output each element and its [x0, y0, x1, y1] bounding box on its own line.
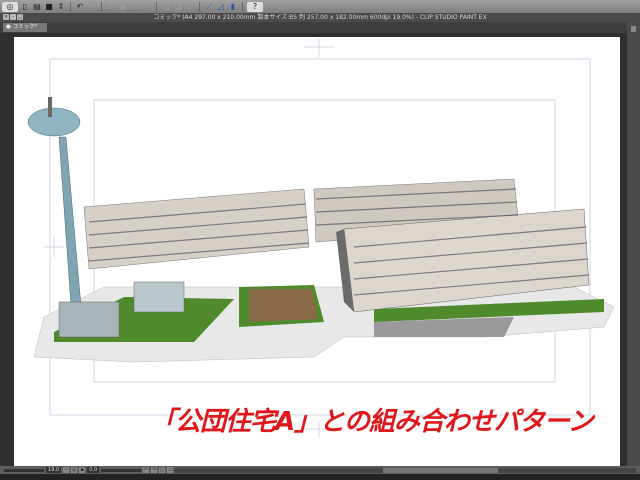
- status-bar: 19.0 − ◎ ▪ 0.0 ↶ ↷ ○ ▫: [0, 466, 640, 474]
- tab-label: コミック*: [12, 24, 38, 30]
- save-dropdown-icon[interactable]: ⇕: [56, 2, 66, 12]
- scroll-thumb[interactable]: [631, 26, 636, 32]
- canvas-area[interactable]: 「公団住宅A」との組み合わせパターン: [0, 33, 627, 466]
- snap-grid-icon[interactable]: ◿: [216, 2, 226, 12]
- transform-icon[interactable]: ✣: [106, 2, 116, 12]
- zoom-slider[interactable]: [4, 468, 44, 472]
- canvas-page[interactable]: 「公団住宅A」との組み合わせパターン: [14, 37, 620, 466]
- snap-ruler-icon[interactable]: ⟋: [204, 2, 214, 12]
- divider: [242, 1, 243, 12]
- divider: [199, 1, 200, 12]
- fill-icon[interactable]: ◪: [173, 2, 183, 12]
- command-bar: ◎ ▯ ▤ ■ ⇕ ↶ ↷ ✣ ▣ ◇ ⌗ ▨ ◪ ▫ ⟋ ◿ ▮ ?: [0, 0, 640, 13]
- open-icon[interactable]: ▤: [32, 2, 42, 12]
- flip-icon[interactable]: ▫: [167, 467, 174, 473]
- minimize-icon[interactable]: –: [10, 14, 16, 20]
- rotate-icon[interactable]: ▪: [79, 467, 86, 473]
- window-title: コミック* (A4 297.00 x 210.00mm 製本サイズ:B5 判 2…: [153, 14, 487, 21]
- new-icon[interactable]: ▯: [20, 2, 30, 12]
- clip-studio-logo-icon[interactable]: ◎: [2, 1, 18, 12]
- snap-guide-icon[interactable]: ▮: [228, 2, 238, 12]
- tab-bar: ● コミック*: [0, 22, 640, 33]
- maximize-icon[interactable]: □: [17, 14, 23, 20]
- select-all-icon[interactable]: ▣: [118, 2, 128, 12]
- deselect-icon[interactable]: ◇: [130, 2, 140, 12]
- housing-complex: [27, 97, 615, 363]
- rotation-slider[interactable]: [101, 468, 142, 472]
- caption-text: 「公団住宅A」との組み合わせパターン: [150, 407, 594, 437]
- divider: [101, 1, 102, 12]
- close-icon[interactable]: ×: [3, 14, 9, 20]
- redo-icon[interactable]: ↷: [87, 2, 97, 12]
- clear-outside-icon[interactable]: ▫: [185, 2, 195, 12]
- zoom-value[interactable]: 19.0: [46, 467, 62, 473]
- help-icon[interactable]: ?: [247, 1, 263, 12]
- undo-icon[interactable]: ↶: [75, 2, 85, 12]
- horizontal-scrollbar[interactable]: [175, 467, 636, 473]
- divider: [156, 1, 157, 12]
- zoom-out-icon[interactable]: −: [63, 467, 70, 473]
- save-icon[interactable]: ■: [44, 2, 54, 12]
- window-titlebar: × – □ コミック* (A4 297.00 x 210.00mm 製本サイズ:…: [0, 13, 640, 22]
- rotation-value[interactable]: 0.0: [87, 467, 100, 473]
- crop-icon[interactable]: ⌗: [142, 2, 152, 12]
- divider: [70, 1, 71, 12]
- fit-icon[interactable]: ◎: [71, 467, 78, 473]
- rotate-right-icon[interactable]: ↷: [151, 467, 158, 473]
- clear-icon[interactable]: ▨: [161, 2, 171, 12]
- bottom-strip: [0, 474, 640, 480]
- scroll-thumb[interactable]: [382, 467, 498, 473]
- rotate-left-icon[interactable]: ↶: [143, 467, 150, 473]
- vertical-scrollbar[interactable]: [627, 22, 640, 466]
- tab-comic[interactable]: ● コミック*: [3, 23, 47, 32]
- reset-rotation-icon[interactable]: ○: [159, 467, 166, 473]
